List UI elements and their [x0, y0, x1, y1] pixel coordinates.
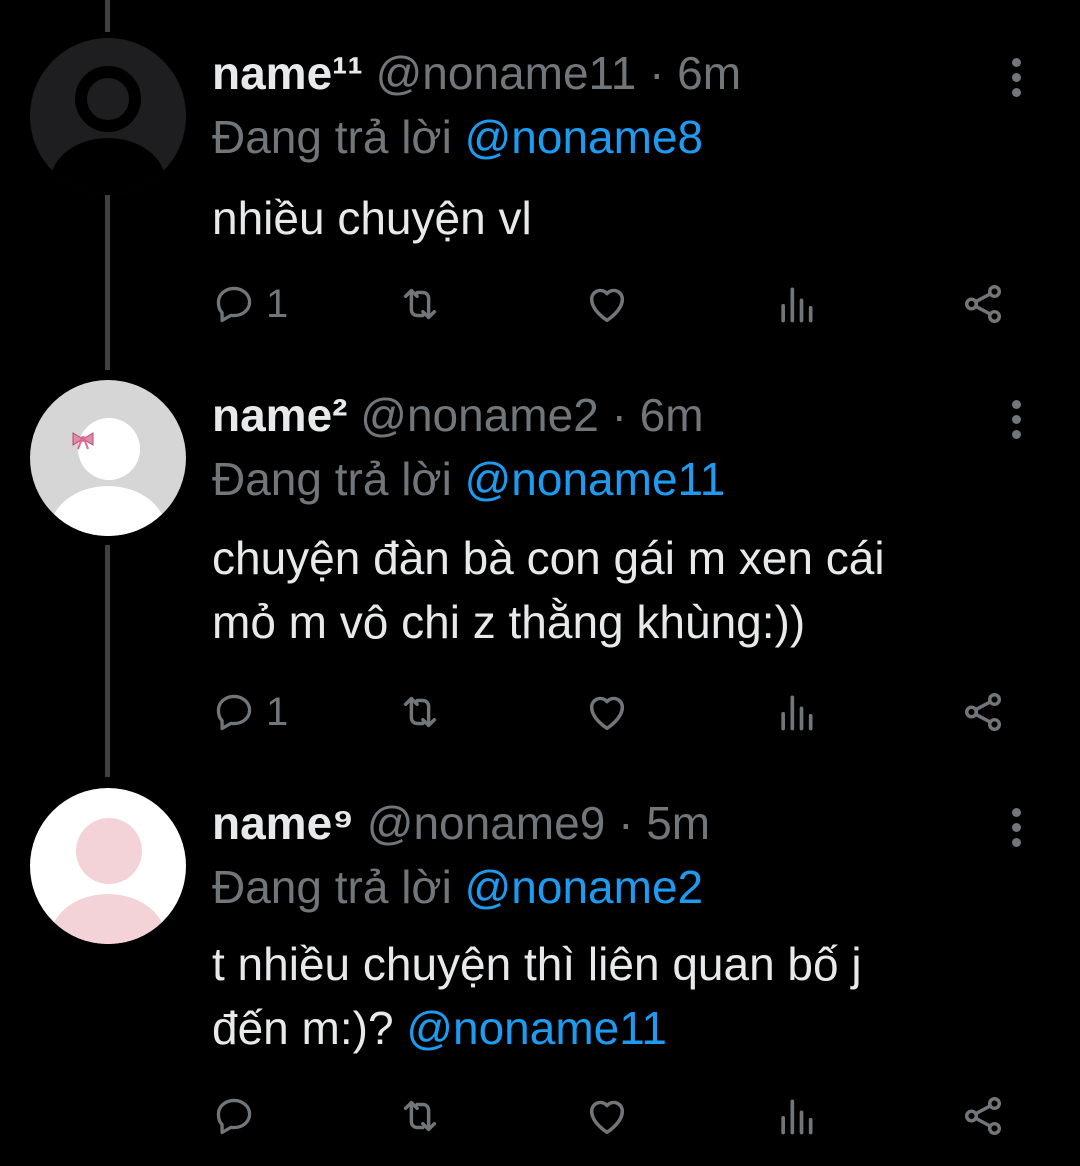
more-icon[interactable]: [1005, 400, 1029, 444]
reply-count: 1: [266, 689, 289, 734]
like-button[interactable]: [584, 682, 630, 742]
views-button[interactable]: [774, 274, 818, 334]
reply-button[interactable]: 1: [212, 274, 288, 334]
avatar[interactable]: [30, 788, 186, 944]
share-button[interactable]: [960, 274, 1006, 334]
retweet-icon: [403, 696, 437, 728]
replying-to-link[interactable]: @noname2: [465, 861, 704, 913]
share-icon: [964, 693, 1002, 731]
bow-icon: [72, 432, 94, 450]
display-name[interactable]: name⁹: [212, 797, 354, 849]
tweet-text: t nhiều chuyện thì liên quan bố j đến m:…: [212, 932, 862, 1060]
avatar-body: [50, 894, 166, 944]
separator: ·: [618, 797, 634, 849]
timestamp[interactable]: 5m: [646, 797, 710, 849]
user-handle[interactable]: @noname2: [360, 389, 599, 441]
share-icon: [964, 285, 1002, 323]
action-bar: 1: [212, 682, 1042, 742]
tweet-text-fragment: đến m:)?: [212, 1002, 394, 1054]
replying-to-label: Đang trả lời: [212, 861, 452, 913]
action-bar: 1: [212, 274, 1042, 334]
more-icon[interactable]: [1005, 808, 1029, 852]
mention-link[interactable]: @noname11: [406, 1002, 667, 1054]
replying-to: Đang trả lời @noname8: [212, 102, 703, 172]
tweet-text-line-2: đến m:)? @noname11: [212, 996, 862, 1060]
timestamp[interactable]: 6m: [677, 47, 741, 99]
avatar-body: [50, 486, 166, 536]
like-icon: [589, 1100, 625, 1135]
views-icon: [781, 695, 813, 731]
share-button[interactable]: [960, 1086, 1006, 1146]
like-icon: [589, 288, 625, 323]
replying-to-link[interactable]: @noname11: [465, 453, 726, 505]
tweet-text-line: mỏ m vô chi z thằng khùng:)): [212, 596, 806, 648]
tweet[interactable]: name¹¹ @noname11 · 6m Đang trả lời @nona…: [0, 38, 1080, 368]
reply-button[interactable]: 1: [212, 682, 288, 742]
tweet-text-line: chuyện đàn bà con gái m xen cái: [212, 532, 885, 584]
avatar[interactable]: [30, 38, 186, 194]
tweet-text: chuyện đàn bà con gái m xen cái mỏ m vô …: [212, 526, 885, 654]
avatar[interactable]: [30, 380, 186, 536]
reply-icon: [216, 1098, 252, 1135]
separator: ·: [649, 47, 665, 99]
avatar-head: [75, 66, 141, 132]
replying-to-label: Đang trả lời: [212, 111, 452, 163]
action-bar: [212, 1086, 1042, 1146]
reply-icon: [216, 694, 252, 731]
tweet-text: nhiều chuyện vl: [212, 186, 532, 250]
replying-to-link[interactable]: @noname8: [465, 111, 704, 163]
thread-line-top: [105, 0, 110, 32]
tweet[interactable]: name⁹ @noname9 · 5m Đang trả lời @noname…: [0, 788, 1080, 1166]
separator: ·: [611, 389, 627, 441]
user-handle[interactable]: @noname9: [367, 797, 606, 849]
avatar-head: [76, 818, 142, 884]
timestamp[interactable]: 6m: [640, 389, 704, 441]
tweet-text-line: nhiều chuyện vl: [212, 192, 532, 244]
share-icon: [964, 1097, 1002, 1135]
user-handle[interactable]: @noname11: [376, 47, 637, 99]
views-icon: [781, 287, 813, 323]
tweet-header: name¹¹ @noname11 · 6m: [212, 38, 741, 108]
retweet-button[interactable]: [397, 682, 443, 742]
retweet-icon: [403, 288, 437, 320]
more-icon[interactable]: [1005, 58, 1029, 102]
retweet-button[interactable]: [397, 1086, 443, 1146]
replying-to: Đang trả lời @noname11: [212, 444, 725, 514]
like-icon: [589, 696, 625, 731]
like-button[interactable]: [584, 1086, 630, 1146]
views-button[interactable]: [774, 1086, 818, 1146]
reply-icon: [216, 286, 252, 323]
like-button[interactable]: [584, 274, 630, 334]
tweet-header: name⁹ @noname9 · 5m: [212, 788, 710, 858]
avatar-body: [50, 138, 166, 194]
share-button[interactable]: [960, 682, 1006, 742]
reply-count: 1: [266, 281, 289, 326]
tweet-text-line: t nhiều chuyện thì liên quan bố j: [212, 938, 862, 990]
replying-to-label: Đang trả lời: [212, 453, 452, 505]
retweet-icon: [403, 1100, 437, 1132]
tweet[interactable]: name² @noname2 · 6m Đang trả lời @noname…: [0, 380, 1080, 780]
display-name[interactable]: name¹¹: [212, 47, 363, 99]
views-button[interactable]: [774, 682, 818, 742]
tweet-header: name² @noname2 · 6m: [212, 380, 704, 450]
display-name[interactable]: name²: [212, 389, 347, 441]
retweet-button[interactable]: [397, 274, 443, 334]
views-icon: [781, 1099, 813, 1135]
replying-to: Đang trả lời @noname2: [212, 852, 703, 922]
reply-button[interactable]: [212, 1086, 266, 1146]
